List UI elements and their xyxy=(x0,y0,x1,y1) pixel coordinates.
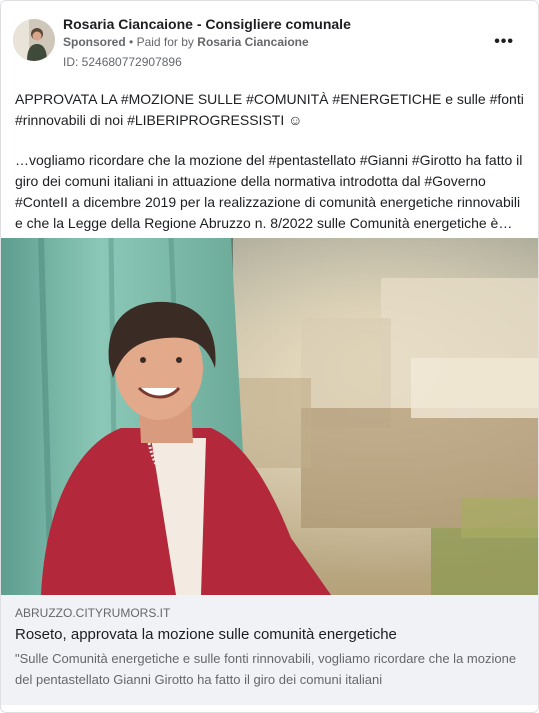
ad-id: ID: 524680772907896 xyxy=(63,55,182,69)
paid-for-name: Rosaria Ciancaione xyxy=(197,35,309,49)
avatar[interactable] xyxy=(13,19,55,61)
sponsor-line: Sponsored • Paid for by Rosaria Ciancaio… xyxy=(63,34,351,51)
post-header: Rosaria Ciancaione - Consigliere comunal… xyxy=(13,15,528,71)
post-paragraph-2: …vogliamo ricordare che la mozione del #… xyxy=(15,152,523,231)
link-preview[interactable]: ABRUZZO.CITYRUMORS.IT Roseto, approvata … xyxy=(1,595,538,705)
header-text: Rosaria Ciancaione - Consigliere comunal… xyxy=(63,15,351,71)
sponsored-label: Sponsored xyxy=(63,35,126,49)
paid-for-prefix: Paid for by xyxy=(136,35,194,49)
dot-separator: • xyxy=(129,35,137,49)
link-description: "Sulle Comunità energetiche e sulle font… xyxy=(15,651,517,687)
link-domain: ABRUZZO.CITYRUMORS.IT xyxy=(15,606,171,620)
post-text: APPROVATA LA #MOZIONE SULLE #COMUNITÀ #E… xyxy=(15,89,530,253)
ad-card: Rosaria Ciancaione - Consigliere comunal… xyxy=(0,0,539,713)
post-paragraph-1: APPROVATA LA #MOZIONE SULLE #COMUNITÀ #E… xyxy=(15,91,524,128)
more-horizontal-icon[interactable]: ••• xyxy=(494,33,514,51)
page-name[interactable]: Rosaria Ciancaione - Consigliere comunal… xyxy=(63,15,351,33)
post-image[interactable] xyxy=(1,238,538,595)
link-title[interactable]: Roseto, approvata la mozione sulle comun… xyxy=(15,624,526,646)
